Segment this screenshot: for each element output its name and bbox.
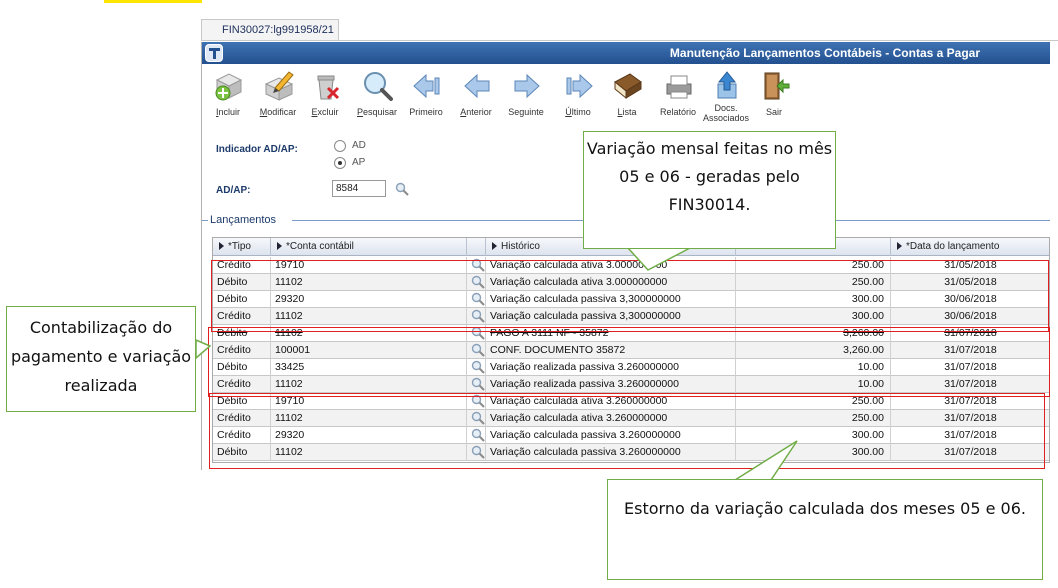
- col-lookup: [467, 238, 486, 256]
- search-icon: [364, 72, 393, 101]
- section-title: Lançamentos: [208, 214, 279, 226]
- exit-button[interactable]: Sair: [748, 70, 800, 122]
- delete-icon: [317, 75, 340, 100]
- annotation-bottom: Estorno da variação calculada dos meses …: [607, 479, 1043, 580]
- col-conta[interactable]: *Conta contábil: [271, 238, 467, 256]
- zoom-lookup-icon[interactable]: [395, 182, 409, 196]
- adap-label: AD/AP:: [216, 185, 251, 196]
- annotation-top: Variação mensal feitas no mês 05 e 06 - …: [583, 131, 836, 249]
- report-icon: [666, 75, 692, 99]
- adap-input[interactable]: 8584: [332, 180, 386, 197]
- program-tab[interactable]: FIN30027:lg991958/21: [201, 19, 339, 40]
- highlight-box-reversal: [209, 393, 1045, 469]
- radio-ap-label: AP: [352, 157, 366, 168]
- annotation-left: Contabilização do pagamento e variação r…: [6, 306, 196, 412]
- documents-icon: [717, 71, 737, 99]
- toolbar: Incluir Modificar Excluir Pesquisar Prim…: [202, 66, 1050, 123]
- edit-icon: [264, 71, 294, 101]
- radio-ap[interactable]: [334, 157, 346, 169]
- next-button[interactable]: Seguinte: [500, 70, 552, 122]
- radio-ad-label: AD: [352, 140, 366, 151]
- exit-icon: [764, 72, 790, 100]
- title-bar: Manutenção Lançamentos Contábeis - Conta…: [202, 42, 1050, 64]
- next-icon: [514, 73, 540, 99]
- highlight-box-monthly: [211, 260, 1049, 332]
- previous-icon: [464, 73, 490, 99]
- tab-divider: [201, 40, 1058, 41]
- first-icon: [413, 73, 440, 99]
- yellow-highlight-mark: [104, 0, 202, 3]
- indicator-label: Indicador AD/AP:: [216, 144, 298, 155]
- radio-ad[interactable]: [334, 140, 346, 152]
- list-icon: [614, 73, 642, 100]
- highlight-box-payment: [208, 327, 1050, 397]
- add-icon: [215, 73, 243, 101]
- window-title: Manutenção Lançamentos Contábeis - Conta…: [669, 46, 980, 60]
- col-tipo[interactable]: *Tipo: [213, 238, 271, 256]
- last-icon: [566, 73, 593, 99]
- col-data[interactable]: *Data do lançamento: [891, 238, 1049, 256]
- delete-button[interactable]: Excluir: [299, 70, 351, 122]
- app-logo-icon: [205, 44, 223, 62]
